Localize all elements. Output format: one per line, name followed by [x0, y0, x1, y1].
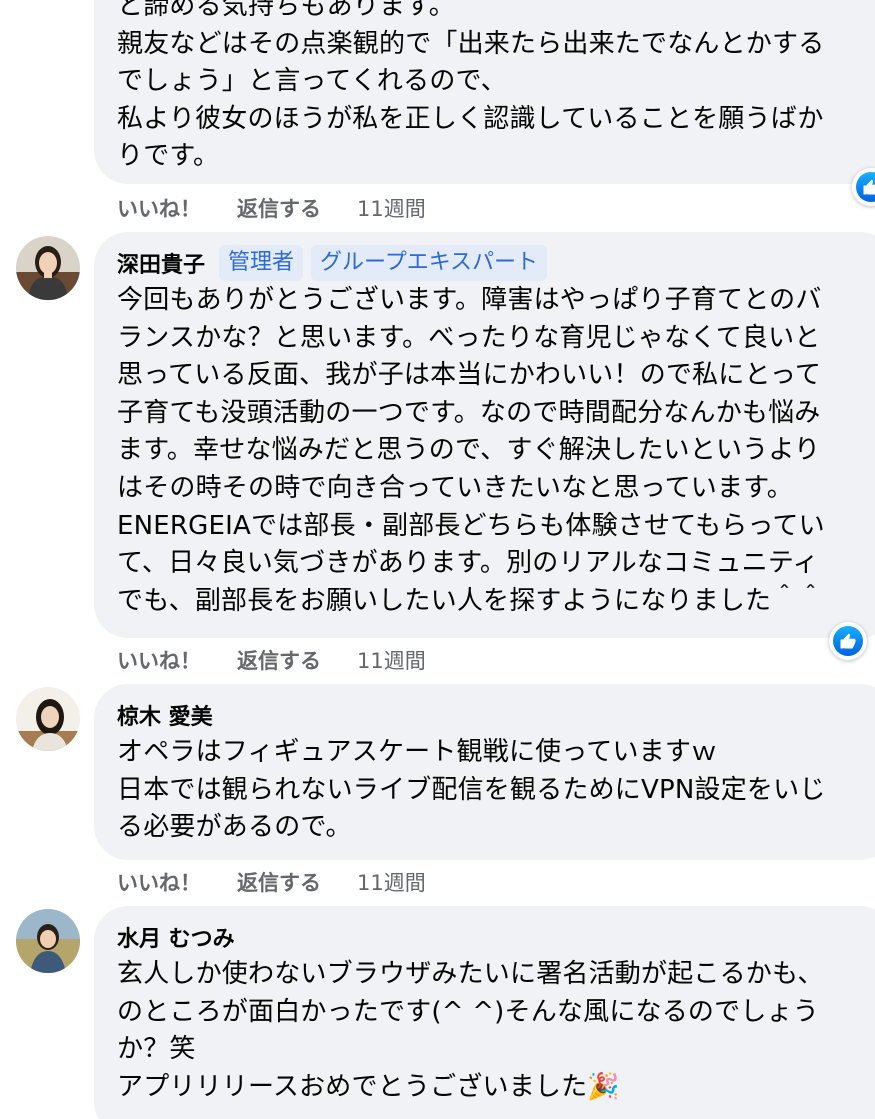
admin-badge[interactable]: 管理者 — [219, 245, 304, 281]
timestamp[interactable]: 11週間 — [357, 645, 426, 675]
comment-actions: いいね！ 返信する 11週間 — [117, 867, 426, 897]
comment-bubble: 椋木 愛美 オペラはフィギュアスケート観戦に使っていますｗ 日本では観られないラ… — [94, 684, 875, 860]
author-name[interactable]: 椋木 愛美 — [117, 699, 213, 731]
reply-button[interactable]: 返信する — [237, 867, 321, 897]
comment-text: 玄人しか使わないブラウザみたいに署名活動が起こるかも、 のところが面白かったです… — [117, 959, 824, 1102]
avatar[interactable] — [16, 236, 80, 300]
timestamp[interactable]: 11週間 — [357, 193, 426, 223]
author-row: 椋木 愛美 — [117, 696, 874, 734]
reply-button[interactable]: 返信する — [237, 193, 321, 223]
like-button[interactable]: いいね！ — [117, 867, 201, 897]
reply-button[interactable]: 返信する — [237, 645, 321, 675]
comment-bubble: と諦める気持ちもあります。 親友などはその点楽観的で「出来たら出来たでなんとかす… — [94, 0, 875, 184]
timestamp[interactable]: 11週間 — [357, 867, 426, 897]
comment-actions: いいね！ 返信する 11週間 — [117, 645, 426, 675]
comment-bubble: 水月 むつみ 玄人しか使わないブラウザみたいに署名活動が起こるかも、 のところが… — [94, 906, 875, 1119]
group-expert-badge[interactable]: グループエキスパート — [311, 245, 548, 281]
comment-text: オペラはフィギュアスケート観戦に使っていますｗ 日本では観られないライブ配信を観… — [117, 737, 826, 843]
author-row: 水月 むつみ — [117, 918, 874, 956]
author-row: 深田貴子 管理者 グループエキスパート — [117, 244, 874, 282]
avatar[interactable] — [16, 687, 80, 751]
comment-actions: いいね！ 返信する 11週間 — [117, 193, 426, 223]
like-button[interactable]: いいね！ — [117, 193, 201, 223]
comment-bubble: 深田貴子 管理者 グループエキスパート 今回もありがとうございます。障害はやっぱ… — [94, 232, 875, 638]
comment-text: と諦める気持ちもあります。 親友などはその点楽観的で「出来たら出来たでなんとかす… — [117, 0, 825, 172]
comment-text: 今回もありがとうございます。障害はやっぱり子育てとのバ ランスかな？と思います。… — [117, 285, 825, 616]
like-button[interactable]: いいね！ — [117, 645, 201, 675]
like-reaction-icon[interactable] — [829, 622, 867, 660]
author-name[interactable]: 深田貴子 — [117, 247, 205, 279]
author-name[interactable]: 水月 むつみ — [117, 921, 235, 953]
avatar[interactable] — [16, 909, 80, 973]
